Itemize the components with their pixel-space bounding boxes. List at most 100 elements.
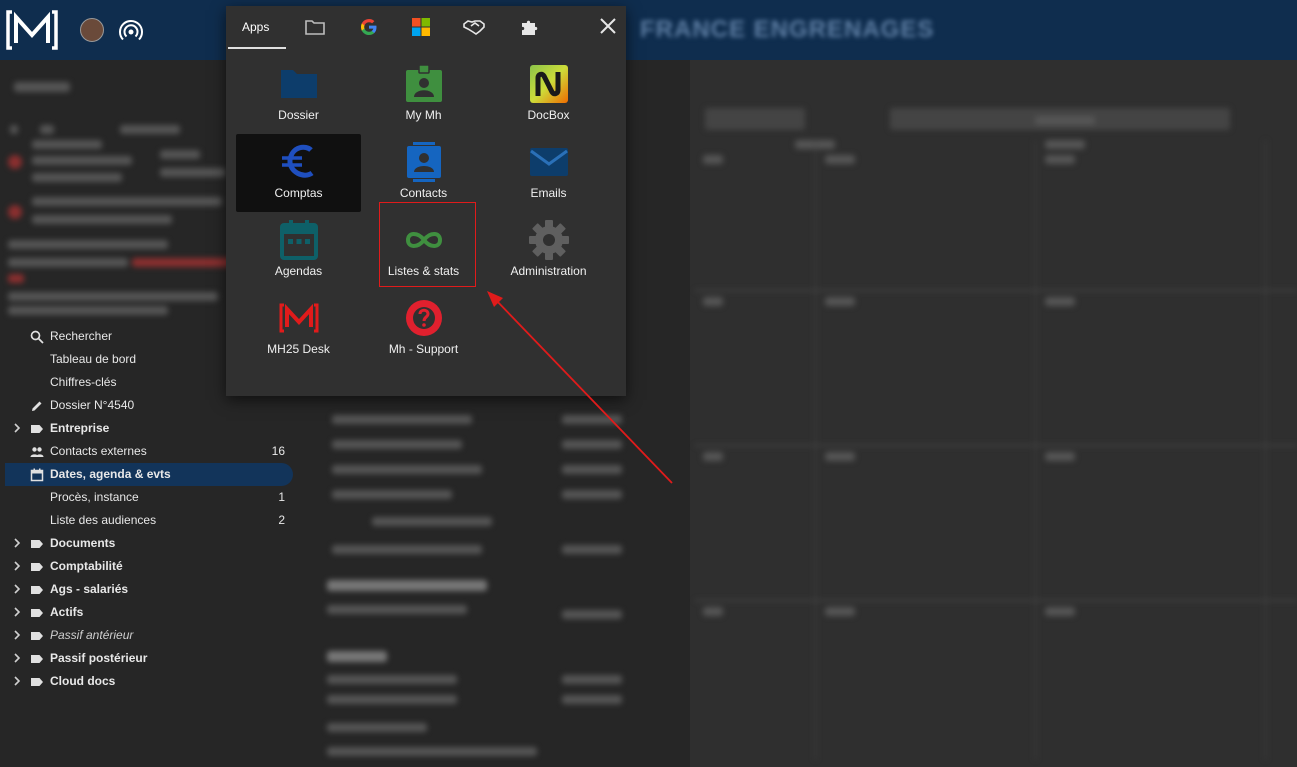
docbox-icon xyxy=(530,65,568,103)
search-icon xyxy=(30,330,44,344)
apps-popup: Apps Dossier My Mh DocBox Comptas Contac… xyxy=(226,6,626,396)
folder-icon[interactable] xyxy=(304,16,326,38)
app-name: Administration xyxy=(510,264,587,278)
label-icon xyxy=(31,678,43,686)
tab-active-indicator xyxy=(228,47,286,49)
sidebar-item-label: Actifs xyxy=(50,605,84,619)
item-count: 16 xyxy=(271,444,285,458)
sidebar-item-liste-audiences[interactable]: Liste des audiences 2 xyxy=(0,509,300,532)
chevron-right-icon[interactable] xyxy=(11,560,23,572)
sidebar-item-contacts-externes[interactable]: Contacts externes 16 xyxy=(0,440,300,463)
pencil-icon xyxy=(32,401,42,411)
calendar-grid-blurred xyxy=(695,100,1297,767)
label-icon xyxy=(31,425,43,433)
google-icon[interactable] xyxy=(358,16,380,38)
folder-icon xyxy=(281,70,317,98)
app-emails[interactable]: Emails xyxy=(486,134,611,212)
mh-logo-icon xyxy=(279,303,319,333)
label-icon xyxy=(31,540,43,548)
sidebar-item-label: Passif postérieur xyxy=(50,651,148,665)
chevron-right-icon[interactable] xyxy=(11,629,23,641)
app-contacts[interactable]: Contacts xyxy=(361,134,486,212)
annotation-highlight-box xyxy=(379,202,476,287)
sidebar-item-label: Comptabilité xyxy=(50,559,123,573)
sidebar-item-label: Dates, agenda & evts xyxy=(50,467,171,481)
item-count: 2 xyxy=(278,513,285,527)
user-avatar[interactable] xyxy=(80,18,104,42)
sidebar-item-dossier[interactable]: Dossier N°4540 xyxy=(0,394,300,417)
sidebar-item-actifs[interactable]: Actifs xyxy=(0,601,300,624)
chevron-right-icon[interactable] xyxy=(11,652,23,664)
mail-icon xyxy=(530,148,568,176)
app-name: My Mh xyxy=(405,108,442,122)
help-icon xyxy=(406,300,442,336)
sidebar-item-passif-posterieur[interactable]: Passif postérieur xyxy=(0,647,300,670)
sidebar-item-label: Liste des audiences xyxy=(50,513,157,527)
page-title: FRANCE ENGRENAGES xyxy=(640,16,935,43)
euro-icon xyxy=(282,144,314,178)
top-bar: FRANCE ENGRENAGES xyxy=(0,0,1297,60)
label-icon xyxy=(31,563,43,571)
app-administration[interactable]: Administration xyxy=(486,212,611,290)
app-docbox[interactable]: DocBox xyxy=(486,56,611,134)
app-name: Contacts xyxy=(399,186,448,200)
app-comptas[interactable]: Comptas xyxy=(236,134,361,212)
sidebar-item-dates-agenda[interactable]: Dates, agenda & evts xyxy=(0,463,300,486)
label-icon xyxy=(31,655,43,663)
tab-apps[interactable]: Apps xyxy=(228,6,286,50)
sidebar-item-cloud-docs[interactable]: Cloud docs xyxy=(0,670,300,693)
sidebar-item-label: Rechercher xyxy=(50,329,113,343)
label-icon xyxy=(31,632,43,640)
sidebar-item-label: Entreprise xyxy=(50,421,110,435)
microsoft-icon[interactable] xyxy=(410,16,432,38)
sidebar-item-proces-instance[interactable]: Procès, instance 1 xyxy=(0,486,300,509)
sidebar-item-label: Documents xyxy=(50,536,116,550)
sidebar-item-label: Tableau de bord xyxy=(50,352,137,366)
mh-logo-icon[interactable] xyxy=(6,9,58,51)
app-name: Mh - Support xyxy=(388,342,459,356)
badge-icon xyxy=(406,64,442,102)
chevron-right-icon[interactable] xyxy=(11,583,23,595)
sidebar-item-label: Passif antérieur xyxy=(50,628,134,642)
chevron-right-icon[interactable] xyxy=(11,422,23,434)
sidebar-item-label: Procès, instance xyxy=(50,490,139,504)
chevron-right-icon[interactable] xyxy=(11,606,23,618)
apps-popup-tabs: Apps xyxy=(226,6,626,50)
puzzle-icon[interactable] xyxy=(519,16,541,38)
tab-label: Apps xyxy=(242,20,270,34)
sidebar-item-label: Dossier N°4540 xyxy=(50,398,135,412)
app-dossier[interactable]: Dossier xyxy=(236,56,361,134)
app-name: Comptas xyxy=(274,186,323,200)
calendar-icon xyxy=(280,220,318,260)
sidebar-item-ags-salaries[interactable]: Ags - salariés xyxy=(0,578,300,601)
item-count: 1 xyxy=(278,490,285,504)
label-icon xyxy=(31,609,43,617)
calendar-icon xyxy=(30,468,44,482)
app-name: Agendas xyxy=(274,264,323,278)
contact-card-icon xyxy=(407,142,441,182)
app-mh25-desk[interactable]: MH25 Desk xyxy=(236,290,361,368)
sidebar-item-documents[interactable]: Documents xyxy=(0,532,300,555)
app-mh-support[interactable]: Mh - Support xyxy=(361,290,486,368)
app-name: Dossier xyxy=(278,108,319,122)
main-content-details-blurred xyxy=(322,395,677,765)
chevron-right-icon[interactable] xyxy=(11,537,23,549)
app-name: Emails xyxy=(530,186,567,200)
chevron-right-icon[interactable] xyxy=(11,675,23,687)
people-icon xyxy=(30,447,44,457)
app-agendas[interactable]: Agendas xyxy=(236,212,361,290)
gear-icon xyxy=(529,220,569,260)
sidebar-item-entreprise[interactable]: Entreprise xyxy=(0,417,300,440)
app-my-mh[interactable]: My Mh xyxy=(361,56,486,134)
sidebar-item-comptabilite[interactable]: Comptabilité xyxy=(0,555,300,578)
broadcast-icon[interactable] xyxy=(118,18,144,44)
close-icon[interactable] xyxy=(596,14,620,38)
app-name: DocBox xyxy=(527,108,570,122)
sidebar-item-label: Cloud docs xyxy=(50,674,116,688)
sidebar-item-passif-anterieur[interactable]: Passif antérieur xyxy=(0,624,300,647)
sidebar-item-label: Contacts externes xyxy=(50,444,147,458)
sidebar-item-label: Chiffres-clés xyxy=(50,375,117,389)
label-icon xyxy=(31,586,43,594)
handshake-icon[interactable] xyxy=(463,16,485,38)
sidebar-item-label: Ags - salariés xyxy=(50,582,129,596)
